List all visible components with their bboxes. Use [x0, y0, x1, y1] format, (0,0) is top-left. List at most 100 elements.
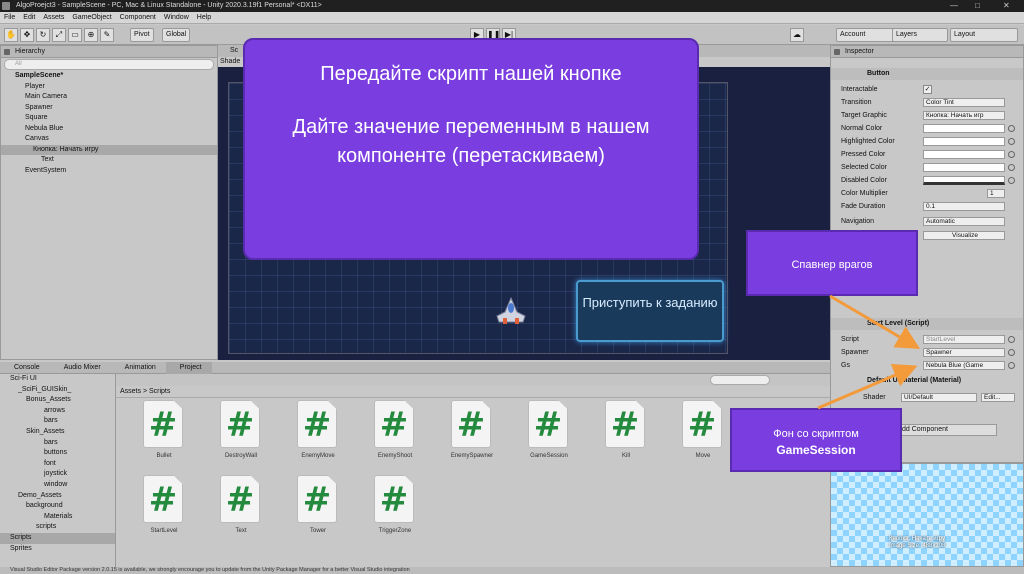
project-folder[interactable]: scripts	[0, 522, 115, 533]
script-asset[interactable]: # Kill	[596, 400, 656, 470]
bottom-tab[interactable]: Animation	[111, 362, 166, 374]
menu-item[interactable]: Help	[197, 12, 211, 24]
account-dropdown[interactable]: Account	[836, 28, 896, 42]
rotate-tool-icon[interactable]: ↻	[36, 28, 50, 42]
hierarchy-item[interactable]: Text	[1, 155, 217, 166]
script-field-value[interactable]: Spawner	[923, 348, 1005, 357]
menu-item[interactable]: Window	[164, 12, 189, 24]
hierarchy-item[interactable]: Nebula Blue	[1, 124, 217, 135]
color-picker-icon[interactable]	[1008, 164, 1015, 171]
script-asset[interactable]: # DestroyWall	[211, 400, 271, 470]
start-level-component-header[interactable]: Start Level (Script)	[831, 318, 1023, 330]
bottom-tab[interactable]: Project	[165, 362, 212, 374]
navigation-dropdown[interactable]: Automatic	[923, 217, 1005, 226]
move-tool-icon[interactable]: ✥	[20, 28, 34, 42]
interactable-checkbox[interactable]: ✓	[923, 85, 932, 94]
color-swatch[interactable]	[923, 124, 1005, 133]
start-task-button[interactable]: Приступить к заданию	[576, 280, 724, 342]
hierarchy-item[interactable]: Main Camera	[1, 92, 217, 103]
script-asset[interactable]: # EnemySpawner	[442, 400, 502, 470]
project-folder[interactable]: Sci-Fi UI	[0, 374, 115, 385]
script-field-value[interactable]: Nebula Blue (Game	[923, 361, 1005, 370]
cloud-icon[interactable]: ☁	[790, 28, 804, 42]
project-folder[interactable]: Sprites	[0, 544, 115, 555]
color-swatch[interactable]	[923, 163, 1005, 172]
script-glyph: #	[302, 405, 332, 445]
script-asset[interactable]: # EnemyShoot	[365, 400, 425, 470]
field-value[interactable]: 0.1	[923, 202, 1005, 211]
script-asset[interactable]: # StartLevel	[134, 475, 194, 545]
script-asset[interactable]: # EnemyMove	[288, 400, 348, 470]
object-picker-icon[interactable]	[1008, 336, 1015, 343]
project-folder[interactable]: arrows	[0, 406, 115, 417]
project-folder[interactable]: Scripts	[0, 532, 115, 544]
visualize-button[interactable]: Visualize	[923, 231, 1005, 240]
close-icon[interactable]: ✕	[1003, 0, 1010, 12]
project-folder[interactable]: Materials	[0, 512, 115, 523]
layout-dropdown[interactable]: Layout	[950, 28, 1018, 42]
menu-item[interactable]: GameObject	[72, 12, 111, 24]
global-button[interactable]: Global	[162, 28, 191, 42]
maximize-icon[interactable]: □	[975, 0, 980, 12]
color-swatch[interactable]	[923, 176, 1005, 185]
color-picker-icon[interactable]	[1008, 151, 1015, 158]
field-value[interactable]: Color Tint	[923, 98, 1005, 107]
custom-tool-icon[interactable]: ✎	[100, 28, 114, 42]
scale-tool-icon[interactable]: ⤢	[52, 28, 66, 42]
hierarchy-item[interactable]: EventSystem	[1, 166, 217, 177]
object-picker-icon[interactable]	[1008, 349, 1015, 356]
color-picker-icon[interactable]	[1008, 138, 1015, 145]
project-folder[interactable]: _SciFi_GUISkin_	[0, 385, 115, 396]
shader-dropdown[interactable]: UI/Default	[901, 393, 977, 402]
breadcrumb[interactable]: Assets > Scripts	[116, 386, 830, 398]
hierarchy-search[interactable]: All	[4, 59, 214, 70]
minimize-icon[interactable]: —	[950, 0, 958, 12]
player-ship-icon[interactable]	[495, 296, 527, 326]
pivot-button[interactable]: Pivot	[130, 28, 154, 42]
color-picker-icon[interactable]	[1008, 125, 1015, 132]
project-folder[interactable]: background	[0, 501, 115, 512]
hierarchy-item[interactable]: Square	[1, 113, 217, 124]
project-folder[interactable]: joystick	[0, 469, 115, 480]
color-swatch[interactable]	[923, 137, 1005, 146]
hierarchy-item[interactable]: Player	[1, 82, 217, 93]
script-asset[interactable]: # Bullet	[134, 400, 194, 470]
hierarchy-item[interactable]: Spawner	[1, 103, 217, 114]
hierarchy-item[interactable]: Canvas	[1, 134, 217, 145]
hierarchy-item[interactable]: SampleScene*	[1, 71, 217, 82]
project-folder[interactable]: Demo_Assets	[0, 491, 115, 502]
script-asset[interactable]: # Move	[673, 400, 733, 470]
menu-item[interactable]: File	[4, 12, 15, 24]
project-search[interactable]	[710, 375, 770, 385]
transform-tool-icon[interactable]: ⊕	[84, 28, 98, 42]
project-folder[interactable]: Bonus_Assets	[0, 395, 115, 406]
menu-item[interactable]: Edit	[23, 12, 35, 24]
button-component-header[interactable]: Button	[831, 68, 1023, 80]
color-swatch[interactable]	[923, 150, 1005, 159]
project-folder[interactable]: font	[0, 459, 115, 470]
project-folder[interactable]: buttons	[0, 448, 115, 459]
project-folder[interactable]: window	[0, 480, 115, 491]
script-asset[interactable]: # TriggerZone	[365, 475, 425, 545]
rect-tool-icon[interactable]: ▭	[68, 28, 82, 42]
script-asset[interactable]: # Text	[211, 475, 271, 545]
field-value[interactable]: 1	[987, 189, 1005, 198]
script-asset[interactable]: # Tower	[288, 475, 348, 545]
edit-shader-button[interactable]: Edit...	[981, 393, 1015, 402]
project-folder[interactable]: bars	[0, 438, 115, 449]
project-folder[interactable]: Skin_Assets	[0, 427, 115, 438]
menu-item[interactable]: Assets	[43, 12, 64, 24]
script-asset[interactable]: # GameSession	[519, 400, 579, 470]
script-field-value[interactable]: StartLevel	[923, 335, 1005, 344]
bottom-tab[interactable]: Audio Mixer	[50, 362, 111, 374]
bottom-tab[interactable]: Console	[0, 362, 50, 374]
color-picker-icon[interactable]	[1008, 177, 1015, 184]
layers-dropdown[interactable]: Layers	[892, 28, 948, 42]
add-component-button[interactable]: dd Component	[897, 424, 997, 436]
object-picker-icon[interactable]	[1008, 362, 1015, 369]
hand-tool-icon[interactable]: ✋	[4, 28, 18, 42]
hierarchy-item[interactable]: Кнопка: Начать игру	[1, 144, 217, 155]
project-folder[interactable]: bars	[0, 416, 115, 427]
field-value[interactable]: Кнопка: Начать игр	[923, 111, 1005, 120]
menu-item[interactable]: Component	[120, 12, 156, 24]
